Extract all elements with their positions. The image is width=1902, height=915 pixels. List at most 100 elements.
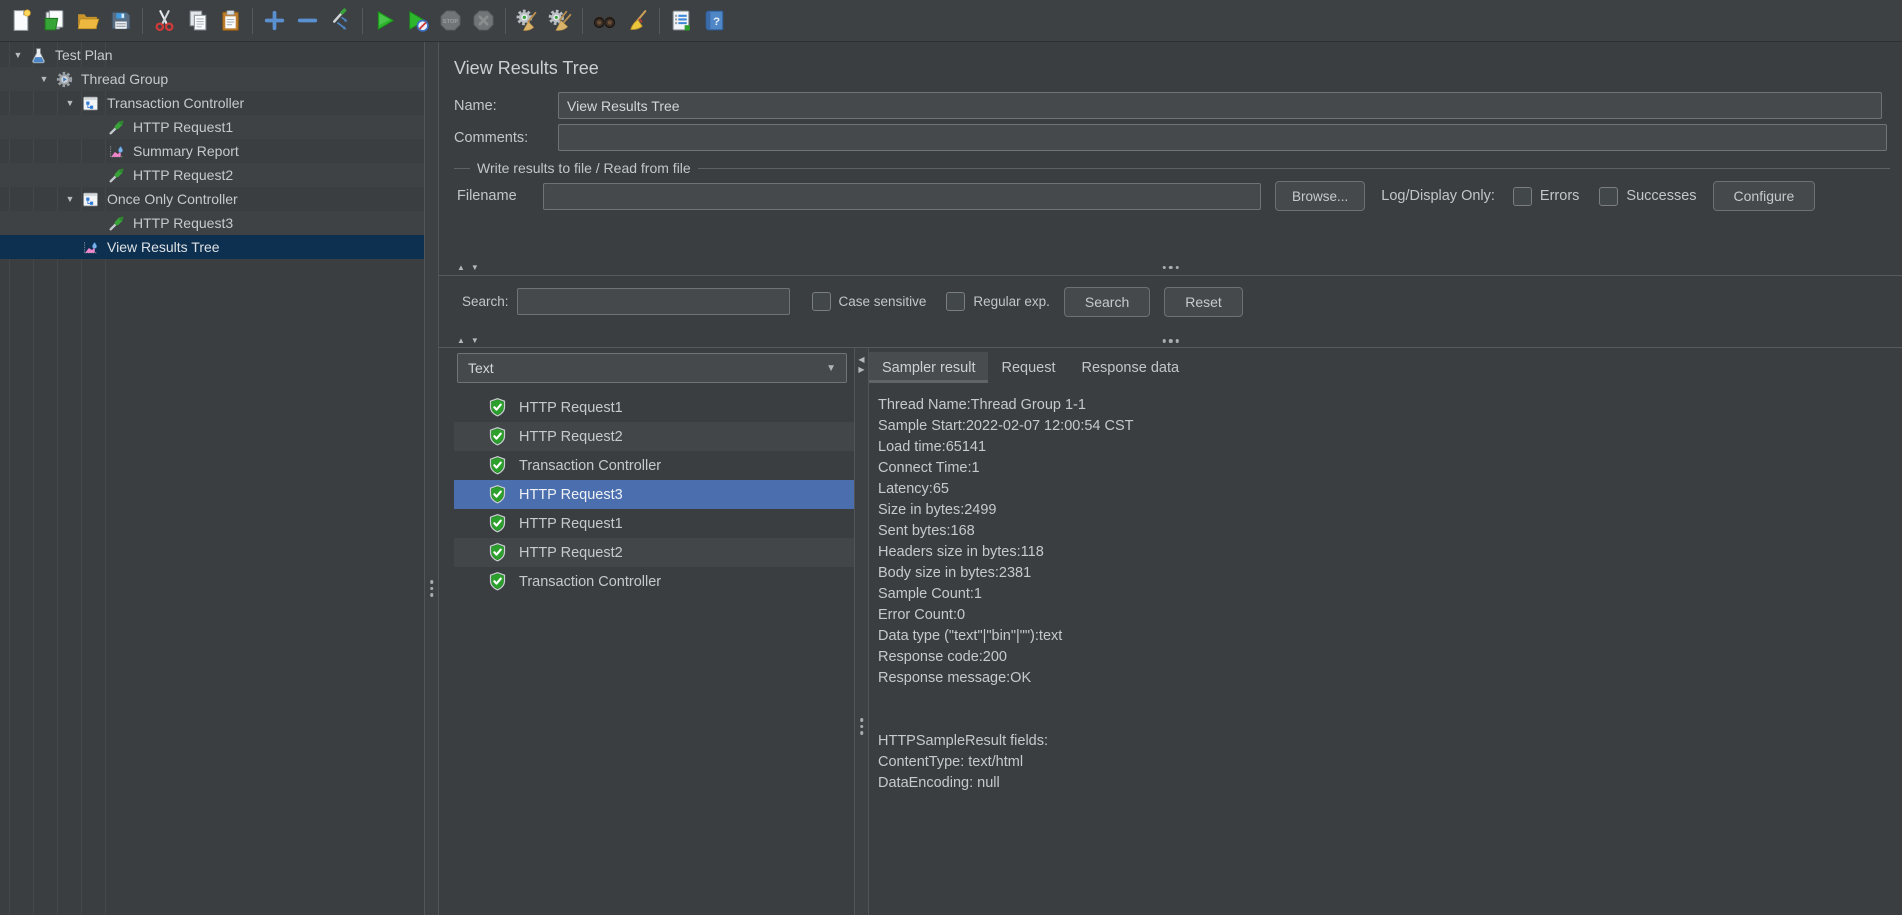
- detail-tabs: Sampler resultRequestResponse data: [869, 352, 1902, 383]
- sampler-line: Error Count:0: [878, 607, 1892, 628]
- shutdown-button[interactable]: [467, 4, 500, 38]
- search-button[interactable]: Search: [1064, 287, 1150, 317]
- save-icon: [108, 8, 133, 33]
- toolbar-separator: [659, 8, 660, 34]
- test-plan-tree-panel[interactable]: ▼Test Plan▼Thread Group▼Transaction Cont…: [0, 42, 424, 915]
- renderer-select[interactable]: Text ▼: [457, 353, 847, 383]
- sampler-line: [878, 691, 1892, 712]
- toggle-button[interactable]: [324, 4, 357, 38]
- sampler-line: DataEncoding: null: [878, 775, 1892, 796]
- search-section-splitter[interactable]: ▲ ▼: [439, 260, 1902, 276]
- splitter-grip-icon[interactable]: [860, 718, 864, 735]
- successes-label: Successes: [1626, 188, 1696, 204]
- tree-item-transaction-controller[interactable]: ▼Transaction Controller: [0, 91, 424, 115]
- sampler-result-text: Thread Name:Thread Group 1-1Sample Start…: [869, 383, 1902, 796]
- collapse-left-icon[interactable]: ◀: [858, 356, 864, 364]
- result-item-http-request1[interactable]: HTTP Request1: [454, 393, 854, 422]
- splitter-grip-icon[interactable]: [430, 580, 434, 597]
- sampler-line: Headers size in bytes:118: [878, 544, 1892, 565]
- clear-icon: [515, 8, 540, 33]
- search-button[interactable]: [588, 4, 621, 38]
- search-icon: [592, 8, 617, 33]
- cut-button[interactable]: [148, 4, 181, 38]
- open-folder-button[interactable]: [71, 4, 104, 38]
- expander-icon[interactable]: ▼: [64, 194, 76, 204]
- add-button[interactable]: [258, 4, 291, 38]
- comments-input[interactable]: [558, 124, 1887, 151]
- collapse-down-icon[interactable]: ▼: [471, 337, 479, 345]
- expander-icon[interactable]: ▼: [38, 74, 50, 84]
- save-button[interactable]: [104, 4, 137, 38]
- filename-input[interactable]: [543, 183, 1261, 210]
- search-reset-button[interactable]: [621, 4, 654, 38]
- tab-sampler-result[interactable]: Sampler result: [869, 352, 988, 383]
- result-item-http-request3[interactable]: HTTP Request3: [454, 480, 854, 509]
- shutdown-icon: [471, 8, 496, 33]
- tree-item-http-request1[interactable]: ▼HTTP Request1: [0, 115, 424, 139]
- stop-button[interactable]: STOP: [434, 4, 467, 38]
- result-item-transaction-controller[interactable]: Transaction Controller: [454, 451, 854, 480]
- tab-request[interactable]: Request: [988, 352, 1068, 383]
- splitter-grip-icon[interactable]: [1162, 339, 1179, 343]
- case-sensitive-checkbox[interactable]: [812, 292, 831, 311]
- result-item-http-request1[interactable]: HTTP Request1: [454, 509, 854, 538]
- results-section-splitter[interactable]: ▲ ▼: [439, 335, 1902, 348]
- tree-item-view-results-tree[interactable]: ▼View Results Tree: [0, 235, 424, 259]
- toolbar-separator: [362, 8, 363, 34]
- results-detail-splitter[interactable]: ◀ ▶: [854, 348, 869, 915]
- reset-button[interactable]: Reset: [1164, 287, 1243, 317]
- templates-button[interactable]: [38, 4, 71, 38]
- clear-button[interactable]: [511, 4, 544, 38]
- shield-success-icon: [487, 571, 508, 592]
- remove-icon: [295, 8, 320, 33]
- sampler-line: Response message:OK: [878, 670, 1892, 691]
- tree-main-splitter[interactable]: [424, 42, 439, 915]
- clear-all-button[interactable]: [544, 4, 577, 38]
- collapse-right-icon[interactable]: ▶: [858, 366, 864, 374]
- open-folder-icon: [75, 8, 100, 33]
- collapse-arrows[interactable]: ◀ ▶: [858, 356, 864, 374]
- chart-listener-icon: [108, 143, 125, 160]
- function-helper-button[interactable]: [665, 4, 698, 38]
- tree-item-summary-report[interactable]: ▼Summary Report: [0, 139, 424, 163]
- expander-icon[interactable]: ▼: [64, 98, 76, 108]
- copy-button[interactable]: [181, 4, 214, 38]
- shield-success-icon: [487, 455, 508, 476]
- result-item-http-request2[interactable]: HTTP Request2: [454, 538, 854, 567]
- tab-response-data[interactable]: Response data: [1069, 352, 1193, 383]
- search-input[interactable]: [517, 288, 790, 315]
- tree-item-label: HTTP Request2: [133, 167, 233, 183]
- tree-item-http-request3[interactable]: ▼HTTP Request3: [0, 211, 424, 235]
- collapse-up-icon[interactable]: ▲: [457, 264, 465, 272]
- regular-exp-checkbox[interactable]: [946, 292, 965, 311]
- copy-icon: [185, 8, 210, 33]
- case-sensitive-label: Case sensitive: [839, 294, 927, 309]
- name-input[interactable]: [558, 92, 1882, 119]
- successes-checkbox[interactable]: [1599, 187, 1618, 206]
- start-no-pauses-button[interactable]: [401, 4, 434, 38]
- tree-item-test-plan[interactable]: ▼Test Plan: [0, 43, 424, 67]
- thread-group-icon: [56, 71, 73, 88]
- tree-item-once-only-controller[interactable]: ▼Once Only Controller: [0, 187, 424, 211]
- new-file-button[interactable]: [5, 4, 38, 38]
- configure-button[interactable]: Configure: [1713, 181, 1816, 211]
- collapse-down-icon[interactable]: ▼: [471, 264, 479, 272]
- result-item-transaction-controller[interactable]: Transaction Controller: [454, 567, 854, 596]
- shield-success-icon: [487, 542, 508, 563]
- paste-button[interactable]: [214, 4, 247, 38]
- start-no-pauses-icon: [405, 8, 430, 33]
- start-button[interactable]: [368, 4, 401, 38]
- tree-item-thread-group[interactable]: ▼Thread Group: [0, 67, 424, 91]
- remove-button[interactable]: [291, 4, 324, 38]
- errors-checkbox[interactable]: [1513, 187, 1532, 206]
- result-item-http-request2[interactable]: HTTP Request2: [454, 422, 854, 451]
- splitter-grip-icon[interactable]: [1162, 266, 1179, 270]
- help-button[interactable]: ?: [698, 4, 731, 38]
- collapse-up-icon[interactable]: ▲: [457, 337, 465, 345]
- tree-item-http-request2[interactable]: ▼HTTP Request2: [0, 163, 424, 187]
- browse-button[interactable]: Browse...: [1275, 181, 1365, 211]
- sampler-line: Connect Time:1: [878, 460, 1892, 481]
- sampler-line: Latency:65: [878, 481, 1892, 502]
- sampler-line: Sample Count:1: [878, 586, 1892, 607]
- expander-icon[interactable]: ▼: [12, 50, 24, 60]
